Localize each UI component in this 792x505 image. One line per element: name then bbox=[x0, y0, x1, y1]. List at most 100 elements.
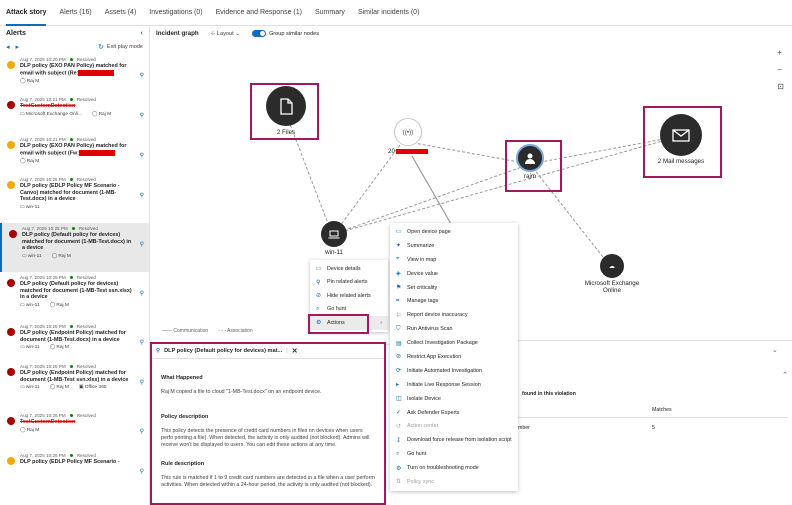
tab-alerts[interactable]: Alerts (16) bbox=[59, 0, 91, 26]
criticality-icon: ⚑ bbox=[396, 285, 402, 291]
sparkle-icon: ✦ bbox=[396, 243, 402, 250]
asset-device: ▭ win-11 bbox=[20, 302, 40, 308]
rule-description-heading: Rule description bbox=[161, 461, 205, 467]
pin-icon[interactable]: ⚲ bbox=[140, 428, 144, 435]
actions-submenu: ▭ Open device page ✦ Summarize ⌖ View in map ◈… bbox=[390, 223, 518, 491]
alert-list-item[interactable]: Aug 7, 2025 10:21 PM Resolved TestCustomDe… bbox=[0, 94, 149, 134]
troubleshoot-icon: ⚙ bbox=[396, 465, 402, 472]
status-dot-icon bbox=[69, 98, 73, 101]
action-download-force-release-from-isolation-script[interactable]: ↧ Download force release from isolation s… bbox=[390, 433, 518, 447]
tab-assets[interactable]: Assets (4) bbox=[105, 0, 137, 26]
tab-evidence-response[interactable]: Evidence and Response (1) bbox=[216, 0, 302, 26]
pin-icon[interactable]: ⚲ bbox=[140, 290, 144, 297]
ip-node[interactable]: ((•)) 20 bbox=[388, 118, 428, 155]
alert-meta: Aug 7, 2025 10:25 PM Resolved bbox=[20, 413, 96, 418]
files-highlight bbox=[250, 83, 319, 140]
status-dot-icon bbox=[71, 227, 75, 230]
asset-device: ▭ win-11 bbox=[22, 253, 42, 259]
expand-chevron-icon[interactable]: ⌃ bbox=[782, 371, 788, 379]
laptop-icon bbox=[321, 221, 347, 247]
tab-investigations[interactable]: Investigations (0) bbox=[149, 0, 202, 26]
status-dot-icon bbox=[69, 58, 73, 61]
alert-list-item[interactable]: Aug 7, 2025 10:25 PM Resolved DLP policy (… bbox=[0, 450, 149, 490]
action-summarize[interactable]: ✦ Summarize bbox=[390, 239, 518, 253]
pin-icon[interactable]: ⚲ bbox=[140, 339, 144, 346]
alert-meta: Aug 7, 2025 10:25 PM Resolved bbox=[20, 275, 96, 280]
pin-icon[interactable]: ⚲ bbox=[140, 192, 144, 199]
asset-user: ◯ Raj M bbox=[20, 78, 40, 84]
alert-list-item[interactable]: Aug 7, 2025 10:21 PM Resolved DLP policy (… bbox=[0, 134, 149, 174]
cloud-node[interactable]: ☁ Microsoft Exchange Online bbox=[562, 254, 662, 294]
menu-pin-related-alerts[interactable]: ⚲ Pin related alerts bbox=[310, 276, 388, 290]
action-ask-defender-experts[interactable]: ✓ Ask Defender Experts bbox=[390, 406, 518, 420]
menu-device-details[interactable]: ▭ Device details bbox=[310, 262, 388, 276]
tab-summary[interactable]: Summary bbox=[315, 0, 345, 26]
action-initiate-automated-investigation[interactable]: ⟳ Initiate Automated Investigation bbox=[390, 364, 518, 378]
menu-hide-related-alerts[interactable]: ⊘ Hide related alerts bbox=[310, 289, 388, 303]
device-node-label: win-11 bbox=[325, 249, 343, 256]
rule-description-text: This rule is matched if 1 to 9 credit ca… bbox=[161, 475, 375, 488]
asset-device: ▭ win-11 bbox=[20, 345, 40, 351]
alert-list-item[interactable]: Aug 7, 2025 10:20 PM Resolved DLP policy (… bbox=[0, 54, 149, 94]
pin-icon[interactable]: ⚲ bbox=[140, 72, 144, 79]
action-open-device-page[interactable]: ▭ Open device page bbox=[390, 225, 518, 239]
asset-user: ◯ Raj M bbox=[49, 302, 69, 308]
row-value: 5 bbox=[652, 425, 655, 431]
play-icon[interactable]: ▸ bbox=[16, 43, 20, 51]
action-run-antivirus-scan[interactable]: ⛉ Run Antivirus Scan bbox=[390, 322, 518, 336]
alert-title: DLP policy (EXO PAN Policy) matched for … bbox=[20, 63, 127, 77]
action-initiate-live-response-session[interactable]: ▸ Initiate Live Response Session bbox=[390, 378, 518, 392]
action-turn-on-troubleshooting-mode[interactable]: ⚙ Turn on troubleshooting mode bbox=[390, 461, 518, 475]
pin-icon[interactable]: ⚲ bbox=[140, 468, 144, 475]
tab-similar-incidents[interactable]: Similar incidents (0) bbox=[358, 0, 419, 26]
asset-user: ◯ Raj M bbox=[91, 111, 112, 117]
action-report-device-inaccuracy[interactable]: ⚐ Report device inaccuracy bbox=[390, 308, 518, 322]
pin-icon[interactable]: ⚲ bbox=[140, 112, 144, 119]
severity-icon bbox=[7, 417, 15, 425]
status-dot-icon bbox=[69, 138, 73, 141]
alert-list-item[interactable]: Aug 7, 2025 10:25 PM Resolved DLP policy (… bbox=[0, 174, 149, 223]
alert-list: Aug 7, 2025 10:20 PM Resolved DLP policy (… bbox=[0, 54, 149, 490]
action-collect-investigation-package[interactable]: ▤ Collect Investigation Package bbox=[390, 336, 518, 350]
alert-meta: Aug 7, 2025 10:21 PM Resolved bbox=[20, 97, 96, 102]
tab-attack-story[interactable]: Attack story bbox=[6, 0, 47, 26]
what-happened-text: Raj M copied a file to cloud "1-MB-Test.… bbox=[161, 389, 322, 395]
severity-icon bbox=[7, 279, 15, 287]
action-manage-tags[interactable]: ⌗ Manage tags bbox=[390, 294, 518, 308]
action-set-criticality[interactable]: ⚑ Set criticality bbox=[390, 281, 518, 295]
alert-title: DLP policy (EDLP Policy MF Scenario - Ca… bbox=[20, 183, 120, 203]
action-device-value[interactable]: ◈ Device value bbox=[390, 267, 518, 281]
alert-list-item[interactable]: Aug 7, 2025 10:25 PM Resolved DLP policy (… bbox=[0, 272, 149, 321]
pin-icon[interactable]: ⚲ bbox=[140, 241, 144, 248]
action-isolate-device[interactable]: ◫ Isolate Device bbox=[390, 392, 518, 406]
alert-assets: ◯ Raj M bbox=[20, 159, 135, 164]
graph-legend: —— Communication - - - Association bbox=[162, 328, 253, 334]
exit-play-mode-button[interactable]: ↻ Exit play mode bbox=[98, 43, 143, 51]
alert-list-item[interactable]: Aug 7, 2025 10:25 PM Resolved TestCustomDe… bbox=[0, 410, 149, 450]
alert-list-item[interactable]: Aug 7, 2025 10:25 PM Resolved DLP policy (… bbox=[0, 361, 149, 410]
pin-icon[interactable]: ⚲ bbox=[140, 379, 144, 386]
alert-title: TestCustomDetection bbox=[20, 103, 76, 109]
alert-title: DLP policy (EDLP Policy MF Scenario - bbox=[20, 459, 120, 465]
alert-list-item[interactable]: Aug 7, 2025 10:25 PM Resolved DLP policy (… bbox=[0, 223, 149, 272]
action-policy-sync: ⇅ Policy sync bbox=[396, 478, 434, 486]
cloud-icon: ☁ bbox=[600, 254, 624, 278]
alert-list-item[interactable]: Aug 7, 2025 10:25 PM Resolved DLP policy (… bbox=[0, 321, 149, 361]
package-icon: ▤ bbox=[396, 340, 402, 347]
action-restrict-app-execution[interactable]: ⊘ Restrict App Execution bbox=[390, 350, 518, 364]
terminal-icon: ▸ bbox=[396, 382, 400, 389]
close-icon[interactable]: ✕ bbox=[292, 347, 298, 355]
action-go-hunt[interactable]: ⌕ Go hunt bbox=[390, 447, 518, 461]
investigate-icon: ⟳ bbox=[396, 368, 402, 375]
mail-highlight bbox=[643, 106, 722, 178]
severity-icon bbox=[7, 457, 15, 465]
device-node[interactable]: win-11 bbox=[314, 221, 354, 256]
detail-alert-icon: ⚲ bbox=[156, 348, 161, 354]
previous-icon[interactable]: ◂ bbox=[6, 43, 10, 51]
asset-user: ◯ Raj M bbox=[20, 158, 40, 164]
alert-assets: ◯ Raj M bbox=[20, 428, 135, 433]
collapse-panel-icon[interactable]: ‹ bbox=[141, 30, 143, 37]
pin-icon[interactable]: ⚲ bbox=[140, 152, 144, 159]
action-view-in-map[interactable]: ⌖ View in map bbox=[390, 253, 518, 267]
shield-icon: ⛉ bbox=[396, 325, 401, 332]
